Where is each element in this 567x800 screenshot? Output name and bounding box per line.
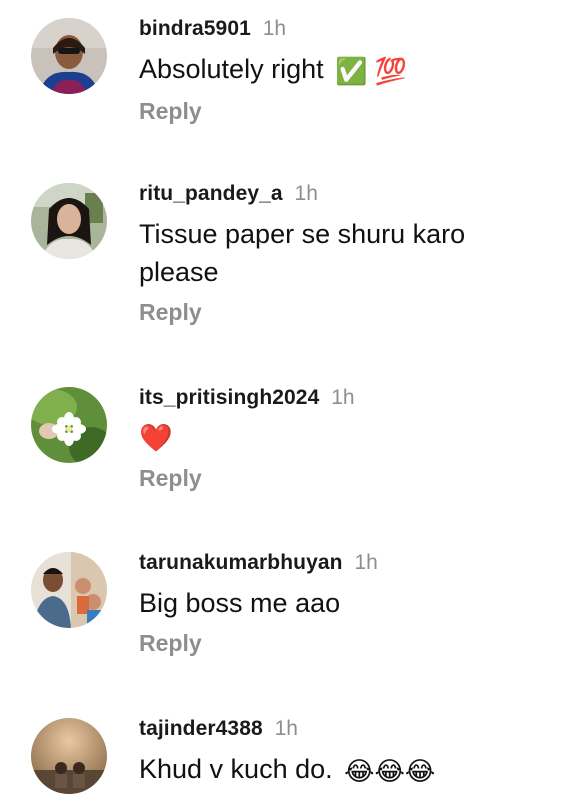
- comment-text: Tissue paper se shuru karo please: [139, 219, 466, 287]
- comment-meta: bindra5901 1h: [139, 16, 557, 42]
- reply-button[interactable]: Reply: [139, 463, 202, 493]
- comment-text: Absolutely right ✅ 💯: [139, 50, 557, 90]
- avatar-image: [31, 718, 107, 794]
- emoji-group: ✅ 💯: [335, 56, 408, 86]
- avatar[interactable]: [31, 183, 107, 259]
- reply-button[interactable]: Reply: [139, 297, 202, 327]
- avatar-image: [31, 18, 107, 94]
- avatar[interactable]: [31, 387, 107, 463]
- reply-button[interactable]: Reply: [139, 628, 202, 658]
- username-link[interactable]: its_pritisingh2024: [139, 386, 319, 409]
- username-link[interactable]: ritu_pandey_a: [139, 182, 283, 205]
- emoji-group: 😂😂😂: [344, 756, 436, 786]
- username-link[interactable]: tajinder4388: [139, 717, 263, 740]
- username-link[interactable]: tarunakumarbhuyan: [139, 551, 343, 574]
- timestamp: 1h: [262, 17, 287, 40]
- timestamp: 1h: [331, 386, 355, 409]
- username-link[interactable]: bindra5901: [139, 17, 251, 40]
- comment-meta: its_pritisingh2024 1h: [139, 385, 557, 411]
- reply-button[interactable]: Reply: [139, 96, 202, 126]
- avatar[interactable]: [31, 18, 107, 94]
- timestamp: 1h: [294, 182, 318, 205]
- timestamp: 1h: [274, 717, 298, 740]
- avatar-image: [31, 183, 107, 259]
- comment-text: Big boss me aao: [139, 588, 341, 618]
- comment-meta: tarunakumarbhuyan 1h: [139, 550, 557, 576]
- timestamp: 1h: [354, 551, 378, 574]
- avatar-image: [31, 552, 107, 628]
- avatar[interactable]: [31, 718, 107, 794]
- comment-meta: tajinder4388 1h: [139, 716, 557, 742]
- comment-text: Khud v kuch do. 😂😂😂: [139, 750, 557, 790]
- comment-meta: ritu_pandey_a 1h: [139, 181, 557, 207]
- avatar-image: [31, 387, 107, 463]
- avatar[interactable]: [31, 552, 107, 628]
- comment-text-body: Khud v kuch do.: [139, 754, 333, 784]
- comment-text-body: Absolutely right: [139, 54, 324, 84]
- comment-text: ❤️: [139, 423, 173, 453]
